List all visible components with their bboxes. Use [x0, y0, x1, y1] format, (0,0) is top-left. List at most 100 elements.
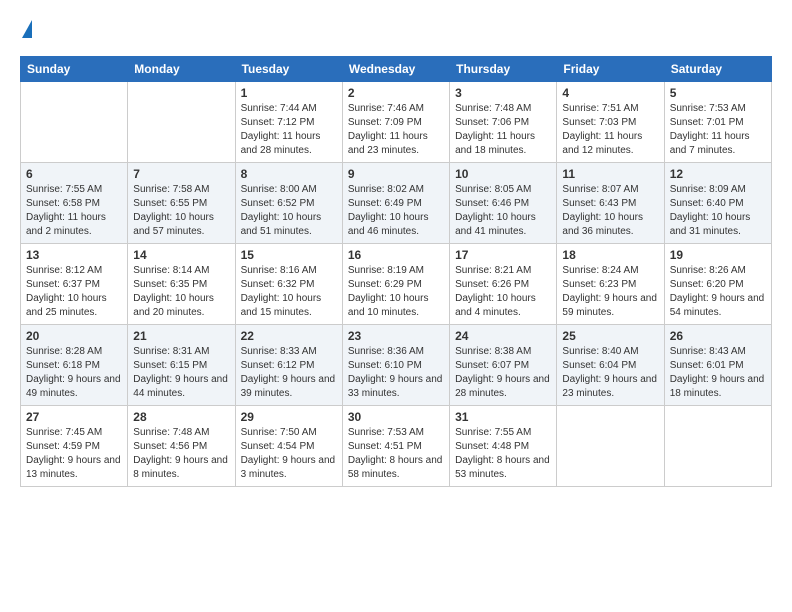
day-info: Sunrise: 7:53 AMSunset: 4:51 PMDaylight:… [348, 426, 444, 482]
weekday-header: Tuesday [235, 57, 342, 82]
day-number: 13 [26, 248, 122, 262]
day-info: Sunrise: 7:55 AMSunset: 4:48 PMDaylight:… [455, 426, 551, 482]
calendar-day-cell: 20 Sunrise: 8:28 AMSunset: 6:18 PMDayligh… [21, 325, 128, 406]
day-number: 5 [670, 86, 766, 100]
day-number: 8 [241, 167, 337, 181]
calendar-day-cell: 17 Sunrise: 8:21 AMSunset: 6:26 PMDayligh… [450, 244, 557, 325]
day-info: Sunrise: 8:31 AMSunset: 6:15 PMDaylight:… [133, 345, 229, 401]
day-info: Sunrise: 8:24 AMSunset: 6:23 PMDaylight:… [562, 264, 658, 320]
calendar-day-cell: 4 Sunrise: 7:51 AMSunset: 7:03 PMDaylight… [557, 82, 664, 163]
day-number: 4 [562, 86, 658, 100]
day-number: 10 [455, 167, 551, 181]
day-number: 2 [348, 86, 444, 100]
calendar-day-cell: 30 Sunrise: 7:53 AMSunset: 4:51 PMDayligh… [342, 406, 449, 487]
day-number: 27 [26, 410, 122, 424]
calendar-week-row: 13 Sunrise: 8:12 AMSunset: 6:37 PMDayligh… [21, 244, 772, 325]
calendar-day-cell [21, 82, 128, 163]
day-number: 31 [455, 410, 551, 424]
day-info: Sunrise: 8:38 AMSunset: 6:07 PMDaylight:… [455, 345, 551, 401]
calendar-week-row: 6Sunrise: 7:55 AMSunset: 6:58 PMDaylight… [21, 163, 772, 244]
calendar-day-cell: 3Sunrise: 7:48 AMSunset: 7:06 PMDaylight… [450, 82, 557, 163]
calendar-week-row: 20 Sunrise: 8:28 AMSunset: 6:18 PMDayligh… [21, 325, 772, 406]
weekday-header: Wednesday [342, 57, 449, 82]
calendar-day-cell: 26Sunrise: 8:43 AMSunset: 6:01 PMDayligh… [664, 325, 771, 406]
day-number: 23 [348, 329, 444, 343]
day-info: Sunrise: 7:58 AMSunset: 6:55 PMDaylight:… [133, 183, 229, 239]
day-info: Sunrise: 7:46 AMSunset: 7:09 PMDaylight:… [348, 102, 444, 158]
day-number: 21 [133, 329, 229, 343]
calendar-day-cell: 13 Sunrise: 8:12 AMSunset: 6:37 PMDayligh… [21, 244, 128, 325]
calendar-header-row: SundayMondayTuesdayWednesdayThursdayFrid… [21, 57, 772, 82]
calendar-day-cell: 6Sunrise: 7:55 AMSunset: 6:58 PMDaylight… [21, 163, 128, 244]
day-info: Sunrise: 8:09 AMSunset: 6:40 PMDaylight:… [670, 183, 766, 239]
weekday-header: Sunday [21, 57, 128, 82]
day-number: 20 [26, 329, 122, 343]
calendar-day-cell [557, 406, 664, 487]
day-info: Sunrise: 7:55 AMSunset: 6:58 PMDaylight:… [26, 183, 122, 239]
day-number: 18 [562, 248, 658, 262]
calendar-week-row: 1 Sunrise: 7:44 AMSunset: 7:12 PMDaylight… [21, 82, 772, 163]
day-number: 3 [455, 86, 551, 100]
weekday-header: Monday [128, 57, 235, 82]
day-info: Sunrise: 8:14 AMSunset: 6:35 PMDaylight:… [133, 264, 229, 320]
day-number: 24 [455, 329, 551, 343]
calendar-day-cell: 10 Sunrise: 8:05 AMSunset: 6:46 PMDayligh… [450, 163, 557, 244]
day-info: Sunrise: 8:00 AMSunset: 6:52 PMDaylight:… [241, 183, 337, 239]
day-info: Sunrise: 7:53 AMSunset: 7:01 PMDaylight:… [670, 102, 766, 158]
day-number: 16 [348, 248, 444, 262]
calendar-day-cell: 14 Sunrise: 8:14 AMSunset: 6:35 PMDayligh… [128, 244, 235, 325]
calendar-day-cell: 29Sunrise: 7:50 AMSunset: 4:54 PMDayligh… [235, 406, 342, 487]
day-number: 22 [241, 329, 337, 343]
calendar-day-cell: 27 Sunrise: 7:45 AMSunset: 4:59 PMDayligh… [21, 406, 128, 487]
calendar-day-cell: 15 Sunrise: 8:16 AMSunset: 6:32 PMDayligh… [235, 244, 342, 325]
calendar-week-row: 27 Sunrise: 7:45 AMSunset: 4:59 PMDayligh… [21, 406, 772, 487]
calendar-day-cell: 19 Sunrise: 8:26 AMSunset: 6:20 PMDayligh… [664, 244, 771, 325]
calendar-day-cell: 5 Sunrise: 7:53 AMSunset: 7:01 PMDaylight… [664, 82, 771, 163]
day-info: Sunrise: 8:40 AMSunset: 6:04 PMDaylight:… [562, 345, 658, 401]
day-number: 7 [133, 167, 229, 181]
calendar-day-cell: 23 Sunrise: 8:36 AMSunset: 6:10 PMDayligh… [342, 325, 449, 406]
calendar-day-cell: 2 Sunrise: 7:46 AMSunset: 7:09 PMDaylight… [342, 82, 449, 163]
day-info: Sunrise: 7:45 AMSunset: 4:59 PMDaylight:… [26, 426, 122, 482]
calendar-day-cell [128, 82, 235, 163]
calendar-day-cell: 11 Sunrise: 8:07 AMSunset: 6:43 PMDayligh… [557, 163, 664, 244]
calendar-day-cell: 24 Sunrise: 8:38 AMSunset: 6:07 PMDayligh… [450, 325, 557, 406]
weekday-header: Thursday [450, 57, 557, 82]
day-info: Sunrise: 8:02 AMSunset: 6:49 PMDaylight:… [348, 183, 444, 239]
weekday-header: Friday [557, 57, 664, 82]
calendar-day-cell: 25 Sunrise: 8:40 AMSunset: 6:04 PMDayligh… [557, 325, 664, 406]
day-number: 14 [133, 248, 229, 262]
day-info: Sunrise: 8:16 AMSunset: 6:32 PMDaylight:… [241, 264, 337, 320]
day-info: Sunrise: 8:05 AMSunset: 6:46 PMDaylight:… [455, 183, 551, 239]
day-info: Sunrise: 8:43 AMSunset: 6:01 PMDaylight:… [670, 345, 766, 401]
day-info: Sunrise: 8:07 AMSunset: 6:43 PMDaylight:… [562, 183, 658, 239]
day-number: 11 [562, 167, 658, 181]
day-number: 17 [455, 248, 551, 262]
logo [20, 20, 32, 40]
day-number: 25 [562, 329, 658, 343]
day-number: 19 [670, 248, 766, 262]
calendar-day-cell [664, 406, 771, 487]
day-info: Sunrise: 7:44 AMSunset: 7:12 PMDaylight:… [241, 102, 337, 158]
calendar-day-cell: 8 Sunrise: 8:00 AMSunset: 6:52 PMDaylight… [235, 163, 342, 244]
calendar-day-cell: 16Sunrise: 8:19 AMSunset: 6:29 PMDayligh… [342, 244, 449, 325]
calendar-day-cell: 12Sunrise: 8:09 AMSunset: 6:40 PMDayligh… [664, 163, 771, 244]
day-info: Sunrise: 8:12 AMSunset: 6:37 PMDaylight:… [26, 264, 122, 320]
day-info: Sunrise: 8:36 AMSunset: 6:10 PMDaylight:… [348, 345, 444, 401]
calendar-day-cell: 1 Sunrise: 7:44 AMSunset: 7:12 PMDaylight… [235, 82, 342, 163]
day-number: 30 [348, 410, 444, 424]
day-info: Sunrise: 8:26 AMSunset: 6:20 PMDaylight:… [670, 264, 766, 320]
day-info: Sunrise: 8:28 AMSunset: 6:18 PMDaylight:… [26, 345, 122, 401]
day-info: Sunrise: 7:51 AMSunset: 7:03 PMDaylight:… [562, 102, 658, 158]
page-header [20, 20, 772, 40]
calendar-day-cell: 28Sunrise: 7:48 AMSunset: 4:56 PMDayligh… [128, 406, 235, 487]
day-number: 15 [241, 248, 337, 262]
logo-triangle-icon [22, 20, 32, 38]
day-info: Sunrise: 7:48 AMSunset: 4:56 PMDaylight:… [133, 426, 229, 482]
day-number: 1 [241, 86, 337, 100]
calendar-day-cell: 22Sunrise: 8:33 AMSunset: 6:12 PMDayligh… [235, 325, 342, 406]
weekday-header: Saturday [664, 57, 771, 82]
calendar-day-cell: 31 Sunrise: 7:55 AMSunset: 4:48 PMDayligh… [450, 406, 557, 487]
day-info: Sunrise: 8:21 AMSunset: 6:26 PMDaylight:… [455, 264, 551, 320]
calendar-day-cell: 21 Sunrise: 8:31 AMSunset: 6:15 PMDayligh… [128, 325, 235, 406]
